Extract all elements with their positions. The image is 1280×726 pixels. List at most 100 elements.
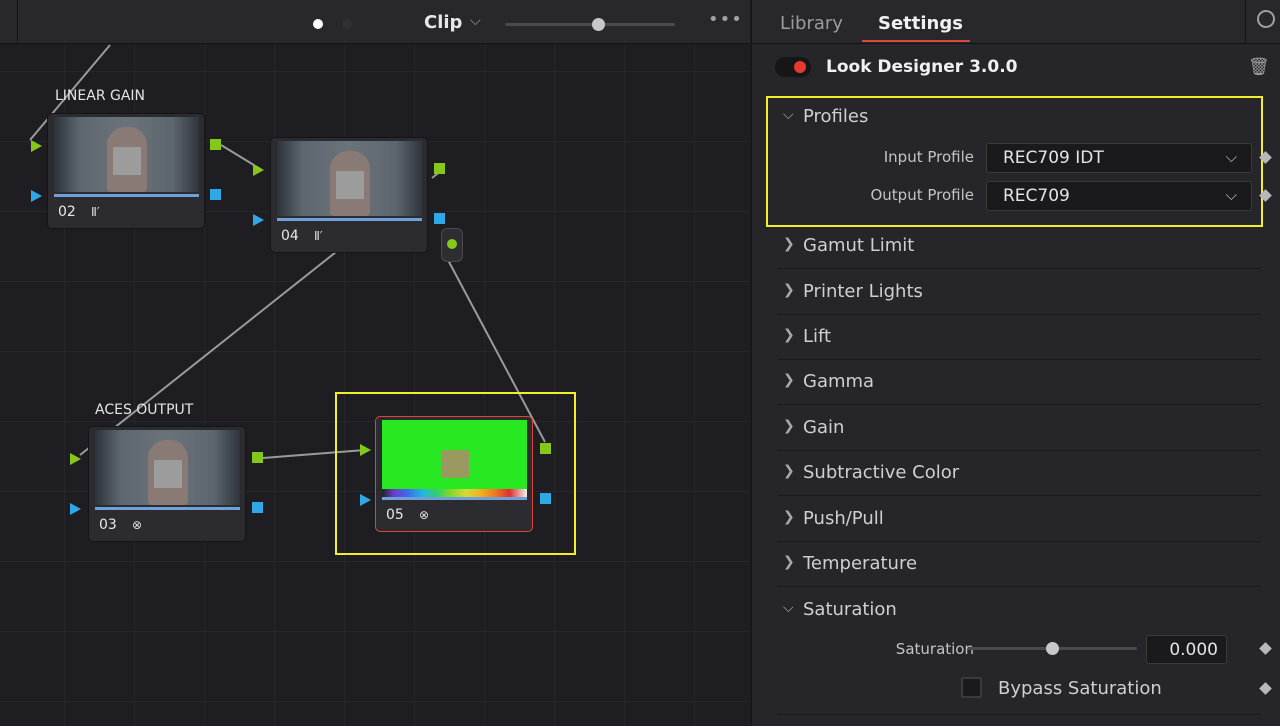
- bypass-saturation-label: Bypass Saturation: [998, 678, 1162, 699]
- chevron-right-icon: ❯: [783, 236, 795, 252]
- section-header: Gamut Limit: [803, 235, 915, 256]
- inspector-panel: Library Settings Look Designer 3.0.0 🗑 ⌵…: [751, 0, 1280, 726]
- output-profile-label: Output Profile: [870, 186, 974, 204]
- wire-04-03: [79, 251, 337, 456]
- output-profile-value: REC709: [1003, 186, 1070, 206]
- node-04-alpha-output[interactable]: [434, 213, 445, 224]
- chevron-right-icon: ❯: [783, 509, 795, 525]
- node-05-rgb-input[interactable]: [360, 444, 371, 456]
- section-header: Subtractive Color: [803, 462, 960, 483]
- node-bar: [95, 507, 240, 510]
- section-header: Gain: [803, 417, 845, 438]
- section-temperature[interactable]: ❯ Temperature: [777, 542, 1261, 587]
- trash-icon[interactable]: 🗑: [1248, 58, 1270, 76]
- chevron-down-icon: ⌵: [1225, 186, 1237, 204]
- node-number: 02: [58, 204, 76, 220]
- inspector-tabs: Library Settings: [752, 0, 1280, 44]
- keyframe-diamond-icon[interactable]: [1259, 682, 1272, 695]
- node-thumbnail: [95, 430, 240, 505]
- node-editor-panel[interactable]: LINEAR GAIN 02 Ⅱ′ 04 Ⅱ′ ACES OUTPUT 03 ⊗…: [0, 0, 750, 726]
- node-bar: [382, 497, 527, 500]
- node-05-rgb-output[interactable]: [540, 443, 551, 454]
- node-mode-select[interactable]: Clip: [424, 12, 462, 33]
- plugin-enable-toggle[interactable]: [775, 57, 811, 77]
- tab-library[interactable]: Library: [780, 13, 843, 34]
- node-02-rgb-output[interactable]: [210, 139, 221, 150]
- section-push-pull[interactable]: ❯ Push/Pull: [777, 497, 1261, 542]
- chevron-right-icon: ❯: [783, 327, 795, 343]
- tab-settings[interactable]: Settings: [878, 13, 963, 34]
- node-thumbnail: [54, 117, 199, 192]
- chevron-right-icon: ❯: [783, 372, 795, 388]
- node-03-alpha-output[interactable]: [252, 502, 263, 513]
- section-divider: [777, 714, 1261, 715]
- section-printer-lights[interactable]: ❯ Printer Lights: [777, 270, 1261, 315]
- plugin-title: Look Designer 3.0.0: [826, 57, 1018, 77]
- node-02-rgb-input[interactable]: [31, 140, 42, 152]
- section-header: Gamma: [803, 371, 875, 392]
- section-header-profiles[interactable]: Profiles: [803, 106, 868, 127]
- section-profiles: ⌵ Profiles Input Profile REC709 IDT ⌵ Ou…: [777, 95, 1261, 228]
- node-04[interactable]: 04 Ⅱ′: [270, 137, 428, 253]
- node-02-label: LINEAR GAIN: [55, 88, 146, 104]
- section-header: Printer Lights: [803, 281, 923, 302]
- page-indicator-2[interactable]: [342, 19, 352, 29]
- node-03-rgb-output[interactable]: [252, 452, 263, 463]
- search-icon[interactable]: [1257, 10, 1275, 28]
- chevron-down-icon[interactable]: ⌵: [783, 107, 794, 123]
- bars-icon: Ⅱ′: [314, 229, 323, 243]
- bars-icon: Ⅱ′: [91, 205, 100, 219]
- node-number: 05: [386, 507, 404, 523]
- section-lift[interactable]: ❯ Lift: [777, 315, 1261, 360]
- tab-divider: [1245, 0, 1246, 44]
- node-bar: [277, 218, 422, 221]
- color-chart-stripe: [382, 489, 527, 497]
- saturation-value-input[interactable]: 0.000: [1146, 635, 1227, 664]
- input-profile-label: Input Profile: [883, 148, 974, 166]
- ofx-icon: ⊗: [132, 518, 143, 532]
- chevron-down-icon: ⌵: [1225, 148, 1237, 166]
- zoom-slider-track[interactable]: [505, 23, 675, 26]
- node-02-alpha-input[interactable]: [31, 190, 42, 202]
- more-horizontal-icon[interactable]: •••: [708, 9, 743, 30]
- section-gamma[interactable]: ❯ Gamma: [777, 360, 1261, 405]
- saturation-slider-handle[interactable]: [1046, 642, 1059, 655]
- node-link-knob[interactable]: [441, 228, 463, 262]
- page-indicator-1[interactable]: [313, 19, 323, 29]
- node-03[interactable]: 03 ⊗: [88, 426, 246, 542]
- section-gain[interactable]: ❯ Gain: [777, 406, 1261, 451]
- node-connections: [29, 44, 546, 459]
- chevron-down-icon[interactable]: ⌵: [783, 600, 794, 616]
- chevron-right-icon: ❯: [783, 418, 795, 434]
- node-number: 04: [281, 228, 299, 244]
- node-toolbar: Clip ⌵ •••: [0, 0, 750, 44]
- node-thumbnail: [382, 420, 527, 495]
- node-03-label: ACES OUTPUT: [95, 402, 194, 418]
- chevron-right-icon: ❯: [783, 463, 795, 479]
- bypass-saturation-checkbox[interactable]: [961, 677, 982, 698]
- node-04-rgb-input[interactable]: [253, 164, 264, 176]
- section-header: Lift: [803, 326, 832, 347]
- node-04-rgb-output[interactable]: [434, 163, 445, 174]
- keyframe-diamond-icon[interactable]: [1259, 642, 1272, 655]
- chevron-down-icon[interactable]: ⌵: [470, 13, 481, 29]
- zoom-slider-handle[interactable]: [592, 18, 605, 31]
- node-number: 03: [99, 517, 117, 533]
- node-03-rgb-input[interactable]: [70, 453, 81, 465]
- section-subtractive-color[interactable]: ❯ Subtractive Color: [777, 451, 1261, 496]
- node-02[interactable]: 02 Ⅱ′: [47, 113, 205, 229]
- node-05-alpha-output[interactable]: [540, 493, 551, 504]
- node-05[interactable]: 05 ⊗: [375, 416, 533, 532]
- section-header-saturation[interactable]: Saturation: [803, 599, 897, 620]
- section-header: Push/Pull: [803, 508, 884, 529]
- section-gamut-limit[interactable]: ❯ Gamut Limit: [777, 224, 1261, 269]
- chevron-right-icon: ❯: [783, 282, 795, 298]
- section-header: Temperature: [803, 553, 918, 574]
- node-02-alpha-output[interactable]: [210, 189, 221, 200]
- node-04-alpha-input[interactable]: [253, 214, 264, 226]
- node-03-alpha-input[interactable]: [70, 503, 81, 515]
- active-tab-indicator: [862, 40, 970, 42]
- output-profile-dropdown[interactable]: REC709 ⌵: [986, 181, 1252, 211]
- input-profile-dropdown[interactable]: REC709 IDT ⌵: [986, 143, 1252, 173]
- node-05-alpha-input[interactable]: [360, 494, 371, 506]
